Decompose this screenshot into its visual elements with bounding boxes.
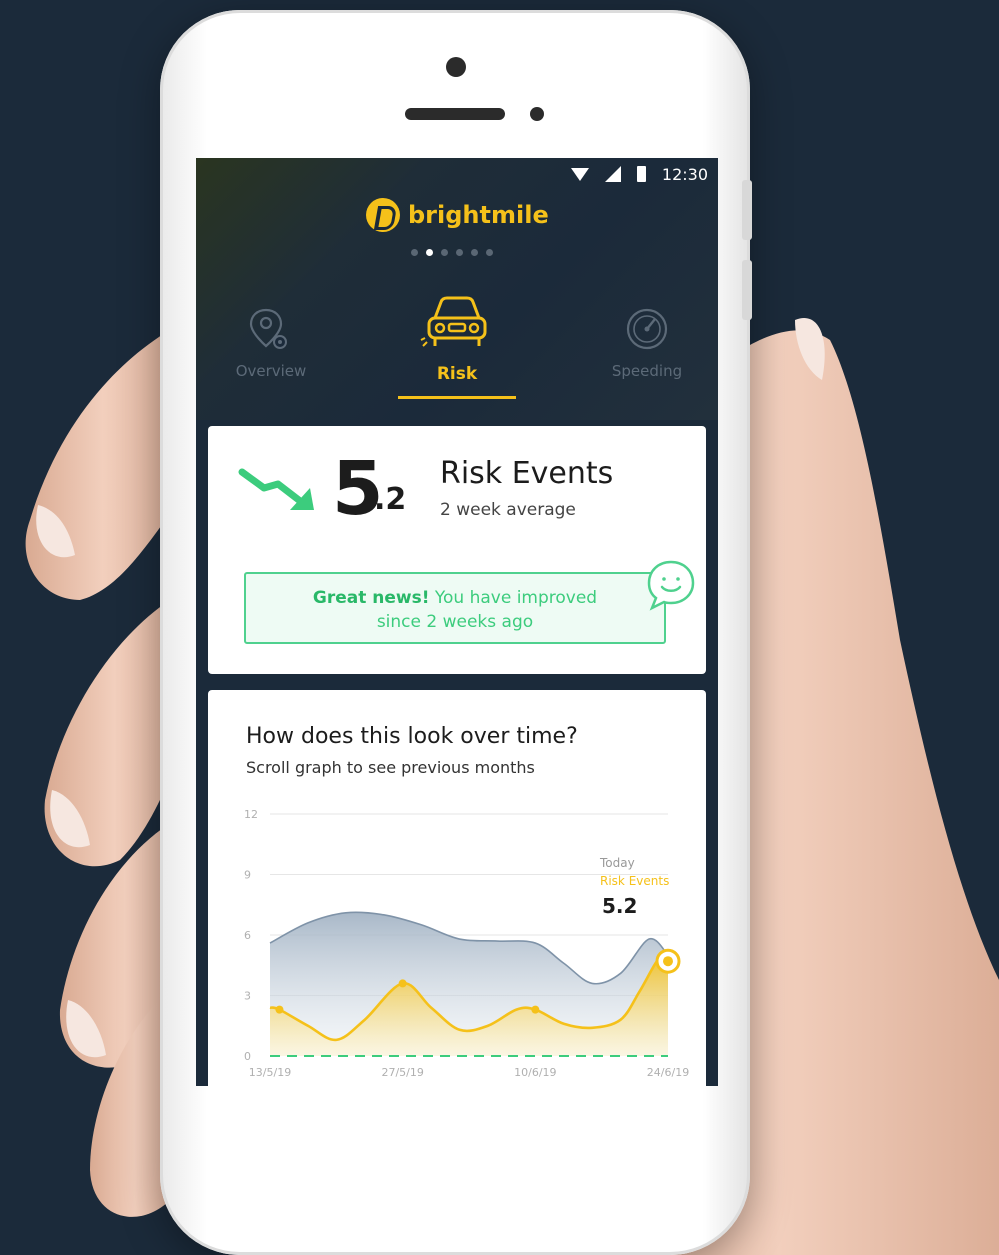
y-tick-label: 3 — [244, 990, 251, 1003]
x-tick-label: 13/5/19 — [249, 1066, 291, 1079]
tab-risk[interactable]: Risk — [392, 294, 522, 384]
brand-name: brightmile — [408, 201, 549, 229]
carousel-dot-active[interactable] — [426, 249, 433, 256]
risk-events-point[interactable] — [398, 979, 407, 988]
proximity-sensor — [530, 107, 544, 121]
chart-series — [269, 911, 681, 1057]
brand-logo: brightmile — [366, 198, 549, 232]
app-header: 12:30 brightmile Overview Risk Speeding — [196, 158, 718, 420]
x-tick-label: 10/6/19 — [514, 1066, 556, 1079]
carousel-dot[interactable] — [456, 249, 463, 256]
cell-signal-icon — [604, 166, 621, 182]
improvement-message: Great news! You have improved since 2 we… — [244, 572, 666, 644]
chart-title: How does this look over time? — [246, 724, 578, 749]
earpiece-speaker — [405, 108, 505, 120]
risk-events-subtitle: 2 week average — [440, 500, 576, 520]
volume-down-button — [742, 260, 752, 320]
tooltip-value: 5.2 — [602, 894, 638, 918]
news-text-line2: since 2 weeks ago — [376, 612, 534, 632]
front-camera — [446, 57, 466, 77]
news-text-line1: You have improved — [429, 588, 598, 608]
speedometer-icon — [626, 308, 668, 350]
tab-speeding[interactable]: Speeding — [582, 306, 712, 380]
risk-events-title: Risk Events — [440, 456, 614, 491]
tooltip-series-label: Risk Events — [600, 874, 670, 888]
chart-subtitle: Scroll graph to see previous months — [246, 758, 535, 777]
tab-risk-label: Risk — [436, 364, 478, 384]
tab-overview[interactable]: Overview — [206, 306, 336, 380]
active-tab-indicator — [398, 396, 516, 399]
x-tick-label: 24/6/19 — [647, 1066, 689, 1079]
y-tick-label: 0 — [244, 1050, 251, 1063]
status-time: 12:30 — [661, 164, 708, 184]
carousel-dot[interactable] — [411, 249, 418, 256]
tab-speeding-label: Speeding — [611, 362, 683, 380]
risk-summary-card: 5 .2 Risk Events 2 week average Great ne… — [208, 426, 706, 674]
carousel-dot[interactable] — [486, 249, 493, 256]
status-bar: 12:30 — [570, 163, 708, 185]
today-highlight-center — [663, 956, 673, 967]
y-tick-label: 6 — [244, 929, 251, 942]
risk-events-chart[interactable]: 0 3 6 9 12 13/5/19 27/5/19 10/6/19 24/6/19 — [208, 790, 706, 1086]
carousel-dot[interactable] — [441, 249, 448, 256]
volume-up-button — [742, 180, 752, 240]
location-pin-icon — [249, 308, 287, 349]
tooltip-today-label: Today — [600, 856, 635, 870]
tab-overview-label: Overview — [235, 362, 307, 380]
y-tick-label: 12 — [244, 808, 258, 821]
brightmile-logo-icon — [366, 198, 400, 232]
risk-events-point[interactable] — [531, 1005, 540, 1014]
carousel-dot[interactable] — [471, 249, 478, 256]
y-tick-label: 9 — [244, 869, 251, 882]
x-tick-label: 27/5/19 — [381, 1066, 423, 1079]
carousel-indicator[interactable] — [411, 249, 493, 256]
smiley-bubble-icon — [647, 560, 695, 611]
risk-events-point[interactable] — [275, 1005, 284, 1014]
risk-chart-card[interactable]: How does this look over time? Scroll gra… — [208, 690, 706, 1086]
battery-icon — [636, 166, 646, 182]
wifi-icon — [570, 167, 589, 181]
car-icon — [420, 296, 487, 347]
app-screen: 12:30 brightmile Overview Risk Speeding … — [196, 158, 718, 1086]
risk-score-decimal: .2 — [374, 482, 407, 517]
news-headline: Great news! — [312, 588, 430, 608]
trend-down-arrow-icon — [238, 468, 314, 510]
